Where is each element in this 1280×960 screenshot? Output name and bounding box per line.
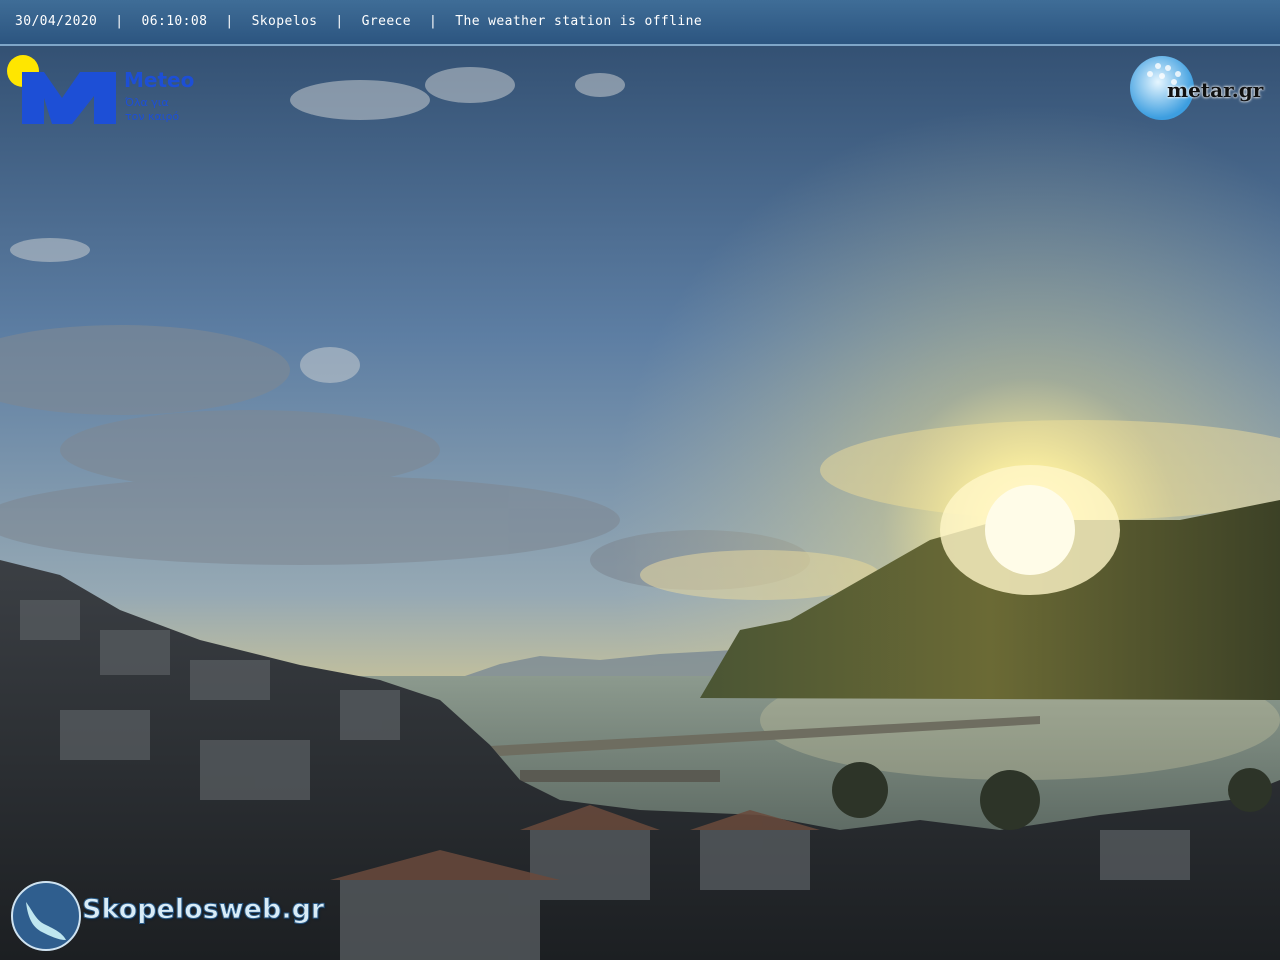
meteo-name: Meteo: [124, 68, 195, 92]
location-label: Skopelos: [251, 14, 318, 29]
separator: |: [429, 14, 438, 29]
separator: |: [225, 14, 234, 29]
skopelosweb-logo-text: Skopelosweb.gr: [81, 894, 325, 926]
country-label: Greece: [361, 14, 412, 29]
header-info: 30/04/2020 | 06:10:08 | Skopelos | Greece | The …: [15, 14, 702, 29]
webcam-image: [0, 0, 1280, 960]
skopelosweb-logo: [11, 881, 81, 951]
meteo-tagline: Όλα για: [125, 96, 169, 109]
time-label: 06:10:08: [141, 14, 208, 29]
info-header-bar: 30/04/2020 | 06:10:08 | Skopelos | Greece | The …: [0, 0, 1280, 46]
station-status: The weather station is offline: [455, 14, 703, 29]
metar-logo-text: metar.gr: [1167, 78, 1264, 102]
meteo-tagline: τον καιρό: [125, 110, 180, 123]
separator: |: [115, 14, 124, 29]
separator: |: [335, 14, 344, 29]
date-label: 30/04/2020: [15, 14, 98, 29]
